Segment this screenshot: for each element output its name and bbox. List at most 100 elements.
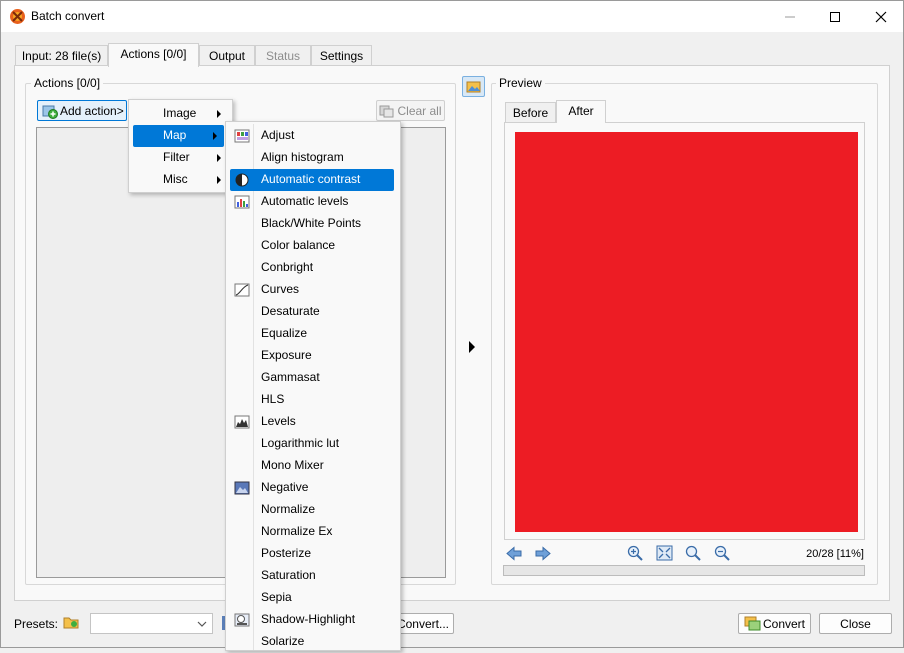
curves-icon bbox=[234, 282, 250, 298]
convert-button[interactable]: Convert bbox=[738, 613, 811, 634]
tab-before[interactable]: Before bbox=[505, 102, 556, 122]
menu-item-automatic-contrast[interactable]: Automatic contrast bbox=[230, 169, 394, 191]
minimize-button[interactable] bbox=[767, 1, 813, 32]
zoom-actual-icon[interactable] bbox=[685, 545, 702, 561]
presets-dropdown[interactable] bbox=[90, 613, 213, 634]
minimize-icon bbox=[785, 16, 795, 17]
tab-actions[interactable]: Actions [0/0] bbox=[108, 43, 199, 67]
close-window-button[interactable] bbox=[858, 1, 904, 32]
convert-icon bbox=[744, 616, 761, 631]
shadow-highlight-icon bbox=[234, 612, 250, 628]
menu-item-automatic-levels[interactable]: Automatic levels bbox=[230, 191, 394, 213]
close-button[interactable]: Close bbox=[819, 613, 892, 634]
menu-item-normalize[interactable]: Normalize bbox=[230, 499, 394, 521]
menu-item-label: Misc bbox=[163, 172, 188, 186]
preview-group-title: Preview bbox=[496, 76, 545, 90]
menu-item-normalize-ex[interactable]: Normalize Ex bbox=[230, 521, 394, 543]
menu-item-black-white-points[interactable]: Black/White Points bbox=[230, 213, 394, 235]
menu-item-levels[interactable]: Levels bbox=[230, 411, 394, 433]
menu-item-label: Posterize bbox=[261, 546, 312, 560]
expand-arrow-icon[interactable] bbox=[469, 341, 475, 353]
menu-item-label: Logarithmic lut bbox=[261, 436, 340, 450]
menu-item-label: Exposure bbox=[261, 348, 312, 362]
preview-scrollbar[interactable] bbox=[503, 565, 865, 576]
action-category-menu: Image Map Filter Misc bbox=[128, 99, 233, 193]
add-action-button[interactable]: Add action> bbox=[37, 100, 127, 121]
negative-icon bbox=[234, 480, 250, 496]
zoom-in-icon[interactable] bbox=[627, 545, 644, 561]
menu-item-negative[interactable]: Negative bbox=[230, 477, 394, 499]
submenu-arrow-icon bbox=[217, 176, 221, 184]
adjust-icon bbox=[234, 128, 250, 144]
submenu-arrow-icon bbox=[217, 154, 221, 162]
menu-item-logarithmic-lut[interactable]: Logarithmic lut bbox=[230, 433, 394, 455]
menu-item-saturation[interactable]: Saturation bbox=[230, 565, 394, 587]
fit-to-window-icon[interactable] bbox=[656, 545, 673, 561]
levels-icon bbox=[234, 414, 250, 430]
presets-label: Presets: bbox=[14, 617, 59, 631]
window-title: Batch convert bbox=[31, 9, 105, 23]
menu-item-posterize[interactable]: Posterize bbox=[230, 543, 394, 565]
close-icon bbox=[875, 11, 887, 22]
batch-convert-window: Batch convert Input: 28 file(s) Actions … bbox=[0, 0, 904, 651]
menu-item-align-histogram[interactable]: Align histogram bbox=[230, 147, 394, 169]
tab-after[interactable]: After bbox=[556, 100, 606, 123]
maximize-icon bbox=[830, 11, 840, 22]
menu-item-label: Image bbox=[163, 106, 197, 120]
contrast-icon bbox=[234, 172, 250, 188]
menu-item-exposure[interactable]: Exposure bbox=[230, 345, 394, 367]
actions-group-title: Actions [0/0] bbox=[31, 76, 104, 90]
menu-item-label: Curves bbox=[261, 282, 300, 296]
menu-item-label: Shadow-Highlight bbox=[261, 612, 356, 626]
submenu-arrow-icon bbox=[217, 110, 221, 118]
add-action-icon bbox=[42, 105, 58, 119]
menu-item-conbright[interactable]: Conbright bbox=[230, 257, 394, 279]
menu-item-label: Black/White Points bbox=[261, 216, 362, 230]
menu-item-label: Equalize bbox=[261, 326, 308, 340]
clear-all-icon bbox=[379, 105, 394, 117]
menu-item-label: Automatic levels bbox=[261, 194, 349, 208]
menu-item-label: Color balance bbox=[261, 238, 336, 252]
menu-item-shadow-highlight[interactable]: Shadow-Highlight bbox=[230, 609, 394, 631]
preview-image bbox=[515, 132, 858, 532]
open-preset-folder-icon[interactable] bbox=[63, 615, 80, 630]
menu-item-filter[interactable]: Filter bbox=[133, 147, 228, 169]
menu-item-label: Sepia bbox=[261, 590, 292, 604]
menu-item-gammasat[interactable]: Gammasat bbox=[230, 367, 394, 389]
submenu-arrow-icon bbox=[213, 132, 217, 140]
next-image-icon[interactable] bbox=[535, 546, 551, 561]
menu-item-equalize[interactable]: Equalize bbox=[230, 323, 394, 345]
xnview-app-icon bbox=[10, 9, 25, 24]
menu-item-image[interactable]: Image bbox=[133, 103, 228, 125]
preview-toggle-button[interactable] bbox=[462, 76, 485, 97]
menu-item-color-balance[interactable]: Color balance bbox=[230, 235, 394, 257]
zoom-out-icon[interactable] bbox=[714, 545, 731, 561]
menu-item-label: Negative bbox=[261, 480, 309, 494]
menu-item-label: Saturation bbox=[261, 568, 316, 582]
map-submenu: Adjust Align histogram Automatic contrast A… bbox=[225, 121, 401, 651]
tab-input[interactable]: Input: 28 file(s) bbox=[15, 45, 108, 66]
menu-item-desaturate[interactable]: Desaturate bbox=[230, 301, 394, 323]
convert-label: Convert bbox=[762, 616, 806, 631]
clear-all-label: Clear all bbox=[397, 103, 442, 118]
histogram-icon bbox=[234, 194, 250, 210]
menu-item-label: HLS bbox=[261, 392, 285, 406]
menu-item-adjust[interactable]: Adjust bbox=[230, 125, 394, 147]
menu-item-sepia[interactable]: Sepia bbox=[230, 587, 394, 609]
menu-item-map[interactable]: Map bbox=[133, 125, 224, 147]
title-bar: Batch convert bbox=[1, 1, 903, 32]
menu-item-hls[interactable]: HLS bbox=[230, 389, 394, 411]
menu-item-misc[interactable]: Misc bbox=[133, 169, 228, 191]
menu-item-curves[interactable]: Curves bbox=[230, 279, 394, 301]
menu-item-solarize[interactable]: Solarize bbox=[230, 631, 394, 653]
maximize-button[interactable] bbox=[812, 1, 858, 32]
previous-image-icon[interactable] bbox=[506, 546, 522, 561]
picture-icon bbox=[466, 81, 481, 92]
tab-output[interactable]: Output bbox=[199, 45, 255, 66]
menu-item-label: Map bbox=[163, 128, 187, 142]
menu-item-label: Adjust bbox=[261, 128, 295, 142]
menu-item-label: Align histogram bbox=[261, 150, 344, 164]
menu-item-mono-mixer[interactable]: Mono Mixer bbox=[230, 455, 394, 477]
menu-item-label: Levels bbox=[261, 414, 296, 428]
tab-settings[interactable]: Settings bbox=[311, 45, 372, 66]
